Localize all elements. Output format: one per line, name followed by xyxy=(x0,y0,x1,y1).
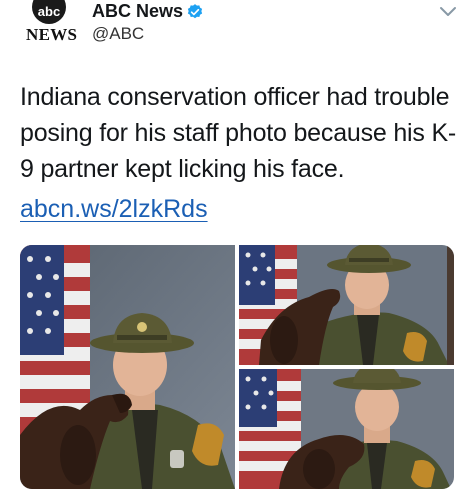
photo-officer-dog-licking-2[interactable] xyxy=(239,245,454,365)
chevron-down-icon[interactable] xyxy=(438,5,458,19)
avatar[interactable]: abc xyxy=(22,0,74,26)
photo-officer-dog-licking[interactable] xyxy=(20,245,235,489)
photo-grid xyxy=(20,245,454,489)
display-name[interactable]: ABC News xyxy=(92,1,183,22)
photo-officer-dog-posing[interactable] xyxy=(239,369,454,489)
abc-logo: abc xyxy=(32,0,66,24)
tweet-header: abc NEWS ABC News @ABC xyxy=(0,0,474,50)
tweet-link[interactable]: abcn.ws/2lzkRds xyxy=(20,195,208,224)
tweet-text: Indiana conservation officer had trouble… xyxy=(20,83,457,183)
verified-badge-icon xyxy=(187,4,203,19)
abc-news-logo-text: NEWS xyxy=(26,25,78,44)
account-handle[interactable]: @ABC xyxy=(92,24,144,44)
